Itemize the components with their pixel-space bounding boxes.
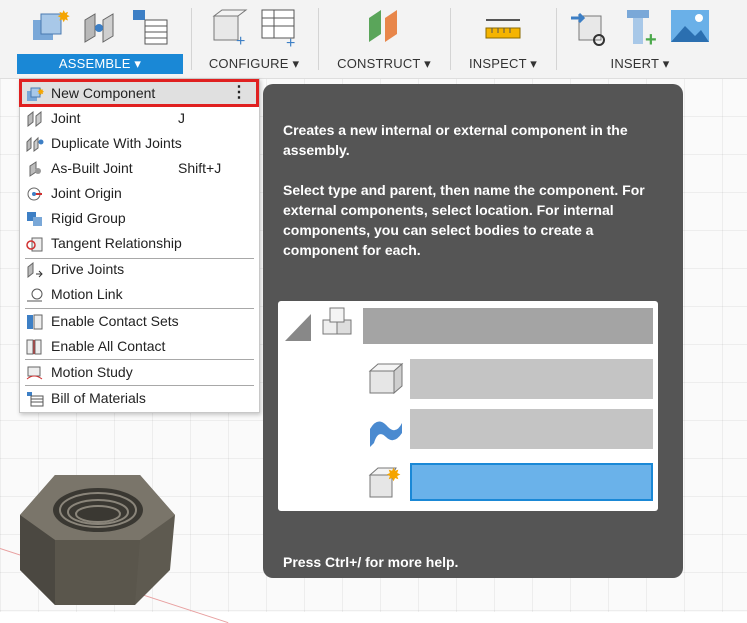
menu-item-label: Rigid Group [51,210,126,226]
insert-mcmaster-icon[interactable]: + [619,6,661,51]
motion-link-icon [26,286,44,302]
joint-icon [26,110,44,128]
menu-item-label: Joint Origin [51,185,122,201]
construct-plane-icon[interactable] [363,6,405,48]
preview-row-parent [363,308,653,344]
svg-text:✸: ✸ [57,9,70,26]
tooltip-preview-image: ✸ [278,301,658,511]
configure-menu-button[interactable]: CONFIGURE ▾ [196,54,312,74]
as-built-joint-icon [26,160,44,177]
toolbar-divider [318,8,319,70]
tooltip-instructions: Select type and parent, then name the co… [283,182,645,258]
menu-item-motion-link[interactable]: Motion Link [20,282,259,306]
highlight-box [19,79,259,107]
svg-text:✸: ✸ [386,465,401,485]
measure-icon[interactable] [482,6,524,48]
new-component-icon: ✸ [368,465,401,498]
menu-item-label: Enable All Contact [51,338,166,354]
construct-group: CONSTRUCT ▾ [324,0,444,78]
toolbar: ✸ ASSEMBLE ▾ + + CONFIGURE ▾ CONSTRUCT ▾… [0,0,747,79]
menu-item-rigid-group[interactable]: Rigid Group [20,206,259,230]
svg-text:+: + [645,29,657,48]
bill-of-materials-icon[interactable] [129,6,171,48]
tooltip-help-hint: Press Ctrl+/ for more help. [283,554,459,570]
assemble-group: ✸ ASSEMBLE ▾ [17,0,183,78]
new-component-icon[interactable]: ✸ [29,6,71,48]
toolbar-divider [556,8,557,70]
menu-item-label: Duplicate With Joints [51,135,182,151]
menu-item-joint-origin[interactable]: Joint Origin [20,181,259,205]
menu-item-label: As-Built Joint [51,160,133,176]
construct-menu-button[interactable]: CONSTRUCT ▾ [324,54,444,74]
preview-row-new-component [410,463,653,501]
svg-text:+: + [236,33,245,48]
configure-table-icon[interactable]: + [258,6,300,52]
insert-menu-button[interactable]: INSERT ▾ [560,54,720,74]
all-contact-icon [26,338,44,355]
body-cube-icon [368,362,404,395]
menu-item-label: Drive Joints [51,261,125,277]
svg-text:+: + [286,35,295,48]
menu-item-as-built-joint[interactable]: As-Built Joint Shift+J [20,156,259,180]
shortcut-label: J [178,110,185,126]
tooltip-panel: Creates a new internal or external compo… [263,84,683,578]
component-tree-icon [285,307,352,341]
rigid-group-icon [26,210,44,226]
preview-row-body [410,359,653,399]
menu-item-tangent-relationship[interactable]: Tangent Relationship [20,231,259,255]
toolbar-divider [450,8,451,70]
configure-group: + + CONFIGURE ▾ [196,0,312,78]
menu-item-enable-all-contact[interactable]: Enable All Contact [20,334,259,358]
preview-row-surface [410,409,653,449]
duplicate-joints-icon [26,135,44,152]
configure-cube-icon[interactable]: + [208,6,250,50]
insert-group: + INSERT ▾ [560,0,720,78]
menu-item-label: Motion Study [51,364,133,380]
hex-nut-model[interactable] [10,470,180,610]
motion-study-icon [26,364,44,380]
contact-sets-icon [26,313,44,330]
bom-icon [26,390,44,407]
joint-icon[interactable] [79,6,121,48]
inspect-group: INSPECT ▾ [455,0,551,78]
menu-item-motion-study[interactable]: Motion Study [20,360,259,384]
insert-derive-icon[interactable] [569,6,611,48]
menu-item-joint[interactable]: Joint J [20,106,259,130]
menu-item-label: Tangent Relationship [51,235,182,251]
toolbar-divider [191,8,192,70]
drive-joints-icon [26,261,44,279]
joint-origin-icon [26,185,44,201]
menu-item-bill-of-materials[interactable]: Bill of Materials [20,386,259,410]
menu-item-label: Enable Contact Sets [51,313,179,329]
assemble-dropdown-menu: ✸ New Component ⋮ Joint J Duplicate With… [19,78,260,413]
menu-item-drive-joints[interactable]: Drive Joints [20,257,259,281]
menu-item-label: Joint [51,110,81,126]
menu-item-label: Motion Link [51,286,123,302]
menu-item-enable-contact-sets[interactable]: Enable Contact Sets [20,309,259,333]
assemble-menu-button[interactable]: ASSEMBLE ▾ [17,54,183,74]
insert-image-icon[interactable] [669,6,711,48]
shortcut-label: Shift+J [178,160,222,176]
surface-icon [370,421,402,447]
menu-item-duplicate-with-joints[interactable]: Duplicate With Joints [20,131,259,155]
tooltip-description: Creates a new internal or external compo… [283,122,628,158]
menu-item-label: Bill of Materials [51,390,146,406]
tangent-icon [26,235,44,252]
inspect-menu-button[interactable]: INSPECT ▾ [455,54,551,74]
